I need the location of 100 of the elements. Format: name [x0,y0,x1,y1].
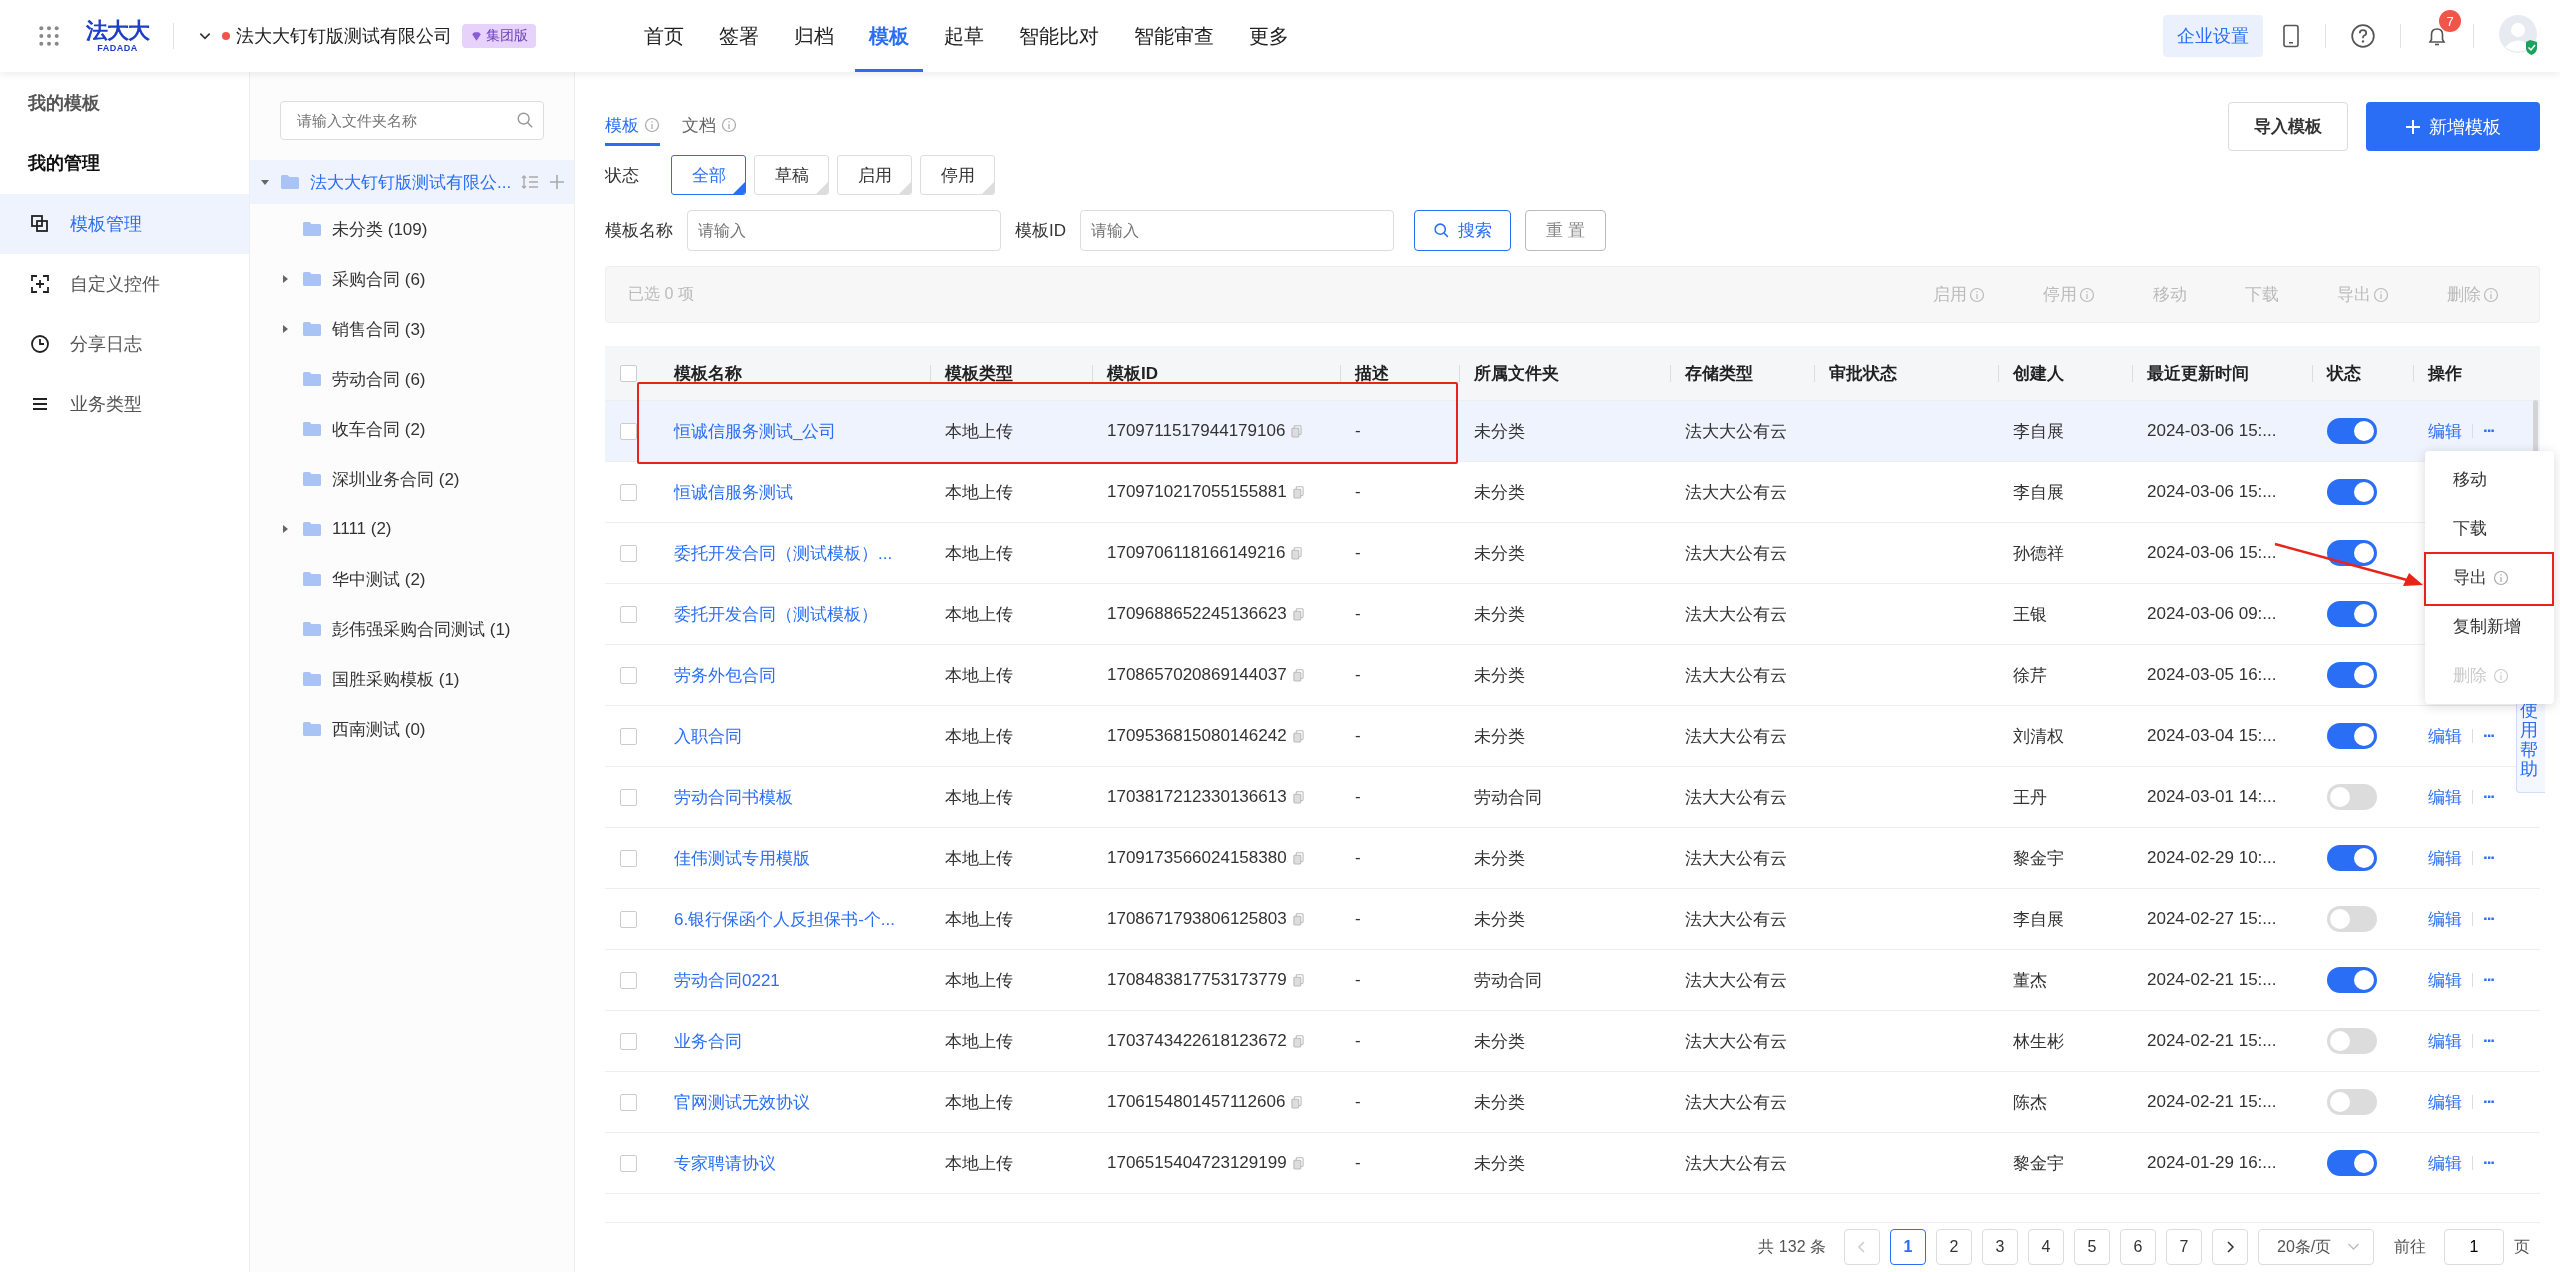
more-button[interactable]: ··· [2483,848,2494,868]
page-button[interactable]: 2 [1936,1229,1972,1265]
page-button[interactable]: 4 [2028,1229,2064,1265]
status-toggle[interactable] [2327,906,2377,932]
folder-item[interactable]: 深圳业务合同 (2) [250,454,460,504]
page-button[interactable]: 3 [1982,1229,2018,1265]
template-name-link[interactable]: 劳动合同0221 [674,968,780,992]
more-button[interactable]: ··· [2483,1031,2494,1051]
sidebar-item[interactable]: 分享日志 [0,314,249,374]
edit-link[interactable]: 编辑 [2428,907,2462,931]
template-name-link[interactable]: 入职合同 [674,724,742,748]
menu-item[interactable]: 导出 [2425,553,2554,602]
page-size-select[interactable]: 20条/页 [2258,1229,2374,1265]
status-toggle[interactable] [2327,479,2377,505]
status-option[interactable]: 草稿 [754,155,829,195]
folder-item[interactable]: 华中测试 (2) [250,554,426,604]
copy-icon[interactable] [1291,1095,1303,1109]
status-toggle[interactable] [2327,1150,2377,1176]
edit-link[interactable]: 编辑 [2428,968,2462,992]
folder-item[interactable]: 国胜采购模板 (1) [250,654,460,704]
folder-item[interactable]: 收车合同 (2) [250,404,426,454]
add-template-button[interactable]: 新增模板 [2366,102,2540,151]
edit-link[interactable]: 编辑 [2428,785,2462,809]
row-checkbox[interactable] [620,666,637,684]
folder-item[interactable]: 劳动合同 (6) [250,354,426,404]
folder-item[interactable]: 销售合同 (3) [250,304,426,354]
edit-link[interactable]: 编辑 [2428,1090,2462,1114]
row-checkbox[interactable] [620,1154,637,1172]
import-template-button[interactable]: 导入模板 [2228,102,2348,151]
sidebar-item[interactable]: 自定义控件 [0,254,249,314]
edit-link[interactable]: 编辑 [2428,1029,2462,1053]
more-button[interactable]: ··· [2483,970,2494,990]
edit-link[interactable]: 编辑 [2428,1151,2462,1175]
status-toggle[interactable] [2327,540,2377,566]
folder-item[interactable]: 采购合同 (6) [250,254,426,304]
app-grid-icon[interactable] [38,25,60,47]
status-toggle[interactable] [2327,967,2377,993]
nav-tab[interactable]: 起草 [930,0,998,72]
more-button[interactable]: ··· [2483,1092,2494,1112]
template-name-link[interactable]: 业务合同 [674,1029,742,1053]
row-checkbox[interactable] [620,910,637,928]
page-button[interactable]: 1 [1890,1229,1926,1265]
copy-icon[interactable] [1292,851,1304,865]
status-option[interactable]: 全部 [671,155,746,195]
template-name-link[interactable]: 6.银行保函个人反担保书-个... [674,907,895,931]
sidebar-item[interactable]: 模板管理 [0,194,249,254]
menu-item[interactable]: 复制新增 [2425,602,2554,651]
folder-item[interactable]: 1111 (2) [250,504,392,554]
template-name-link[interactable]: 委托开发合同（测试模板） [674,602,878,626]
help-icon[interactable] [2350,23,2376,49]
copy-icon[interactable] [1292,485,1304,499]
content-tab[interactable]: 文档 [682,107,737,146]
enterprise-settings-button[interactable]: 企业设置 [2163,15,2263,57]
row-checkbox[interactable] [620,849,637,867]
mobile-phone-icon[interactable] [2281,24,2301,48]
next-page-button[interactable] [2212,1229,2248,1265]
row-checkbox[interactable] [620,544,637,562]
content-tab[interactable]: 模板 [605,107,660,146]
more-button[interactable]: ··· [2483,909,2494,929]
row-checkbox[interactable] [620,422,637,440]
template-name-link[interactable]: 官网测试无效协议 [674,1090,810,1114]
copy-icon[interactable] [1292,1156,1304,1170]
nav-tab[interactable]: 更多 [1235,0,1303,72]
nav-tab[interactable]: 签署 [705,0,773,72]
goto-page-field[interactable]: 1 [2444,1229,2504,1265]
nav-tab[interactable]: 智能比对 [1005,0,1113,72]
copy-icon[interactable] [1291,424,1303,438]
reset-button[interactable]: 重 置 [1525,210,1606,251]
edit-link[interactable]: 编辑 [2428,846,2462,870]
more-button[interactable]: ··· [2483,726,2494,746]
folder-item[interactable]: 彭伟强采购合同测试 (1) [250,604,511,654]
status-toggle[interactable] [2327,418,2377,444]
search-button[interactable]: 搜索 [1414,210,1511,251]
template-name-link[interactable]: 劳动合同书模板 [674,785,793,809]
more-button[interactable]: ··· [2483,421,2494,441]
status-toggle[interactable] [2327,601,2377,627]
status-option[interactable]: 启用 [837,155,912,195]
filter-input[interactable]: 请输入 [1080,210,1394,251]
folder-search-field[interactable]: 请输入文件夹名称 [280,101,544,140]
copy-icon[interactable] [1292,973,1304,987]
row-checkbox[interactable] [620,727,637,745]
nav-tab[interactable]: 首页 [630,0,698,72]
add-icon[interactable] [549,174,566,190]
edit-link[interactable]: 编辑 [2428,419,2462,443]
copy-icon[interactable] [1292,607,1304,621]
menu-item[interactable]: 下载 [2425,504,2554,553]
status-toggle[interactable] [2327,784,2377,810]
status-toggle[interactable] [2327,845,2377,871]
copy-icon[interactable] [1292,790,1304,804]
row-checkbox[interactable] [620,1032,637,1050]
row-checkbox[interactable] [620,1093,637,1111]
menu-item[interactable]: 移动 [2425,455,2554,504]
template-name-link[interactable]: 恒诚信服务测试 [674,480,793,504]
copy-icon[interactable] [1291,546,1303,560]
template-name-link[interactable]: 劳务外包合同 [674,663,776,687]
filter-input[interactable]: 请输入 [687,210,1001,251]
row-checkbox[interactable] [620,788,637,806]
more-button[interactable]: ··· [2483,787,2494,807]
template-name-link[interactable]: 佳伟测试专用模版 [674,846,810,870]
status-toggle[interactable] [2327,1028,2377,1054]
